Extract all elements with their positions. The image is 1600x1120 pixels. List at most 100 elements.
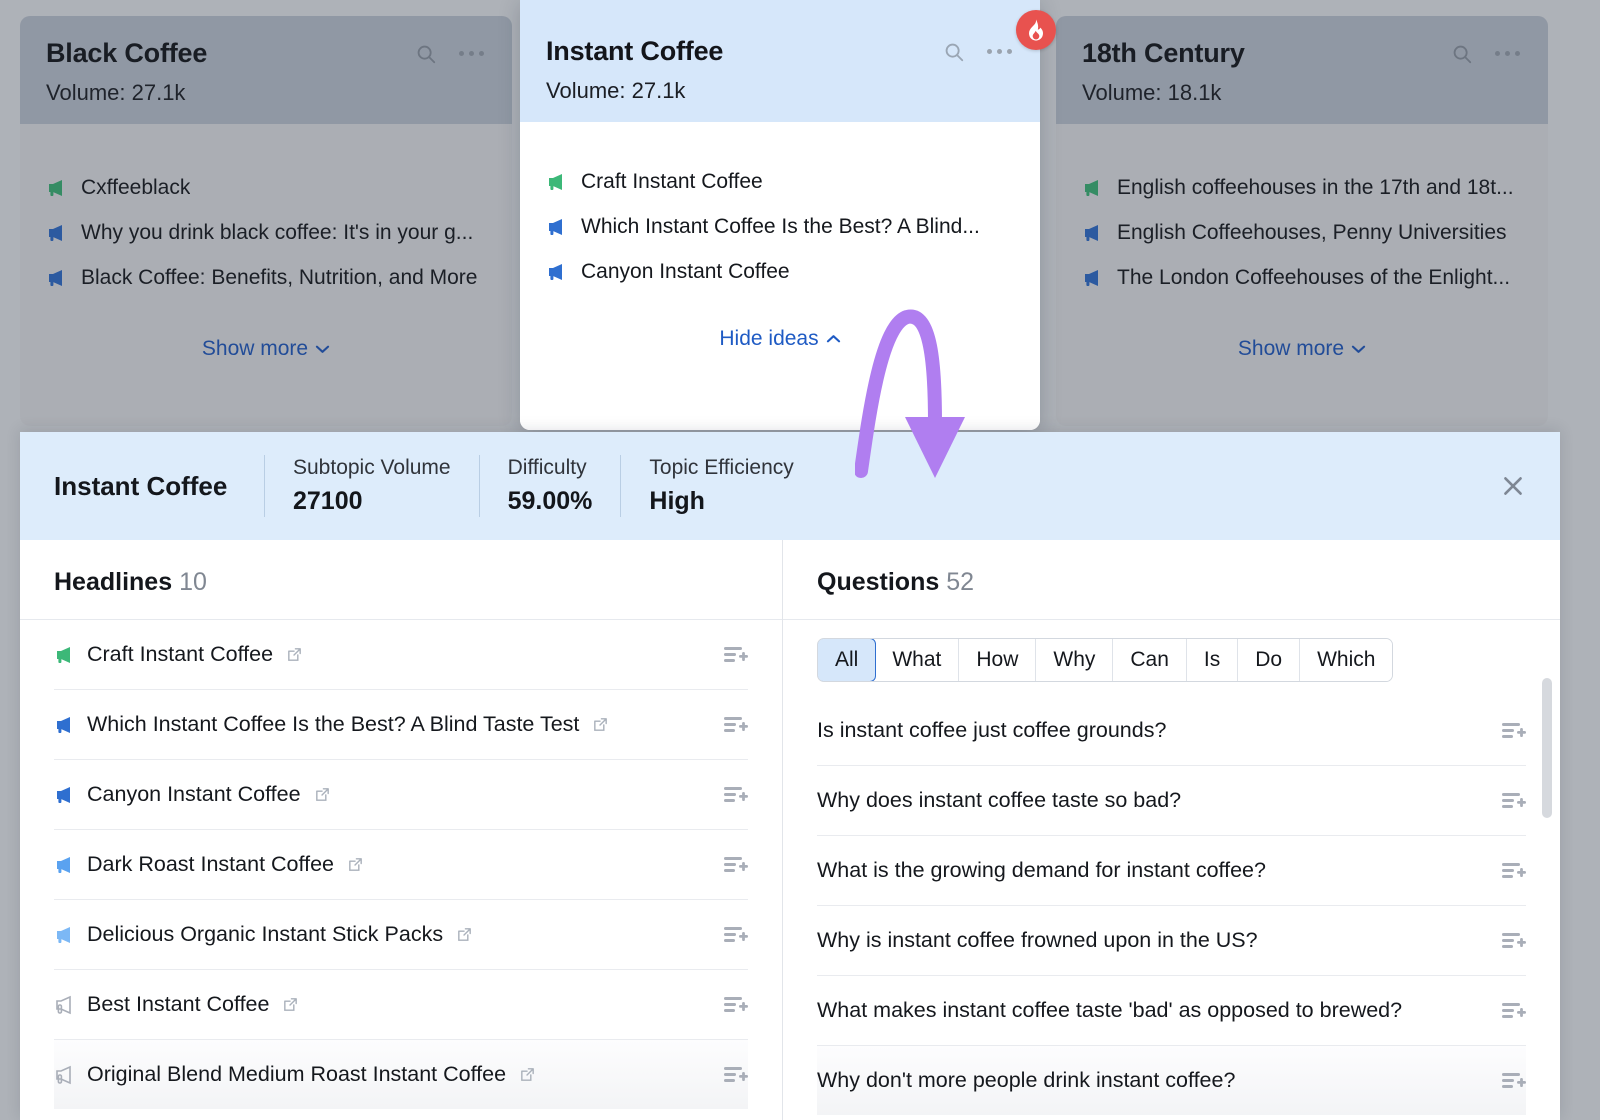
table-row[interactable]: Which Instant Coffee Is the Best? A Blin… — [54, 690, 748, 760]
questions-title: Questions — [817, 568, 939, 596]
filter-what[interactable]: What — [875, 639, 959, 681]
card-footer: Hide ideas — [520, 305, 1040, 351]
add-to-list-icon[interactable] — [723, 784, 748, 805]
table-row[interactable]: Dark Roast Instant Coffee — [54, 830, 748, 900]
add-to-list-icon[interactable] — [1501, 790, 1526, 811]
table-row[interactable]: What is the growing demand for instant c… — [817, 836, 1526, 906]
hide-ideas-label: Hide ideas — [719, 327, 818, 351]
add-to-list-icon[interactable] — [723, 1064, 748, 1085]
filter-is[interactable]: Is — [1187, 639, 1238, 681]
card-title: Instant Coffee — [546, 36, 943, 67]
table-row[interactable]: What makes instant coffee taste 'bad' as… — [817, 976, 1526, 1046]
question-label: Is instant coffee just coffee grounds? — [817, 718, 1166, 743]
headlines-count: 10 — [179, 568, 207, 596]
search-icon[interactable] — [943, 41, 965, 63]
trending-flame-badge[interactable] — [1016, 10, 1056, 50]
headline-label: Canyon Instant Coffee — [87, 782, 301, 807]
question-label: Why does instant coffee taste so bad? — [817, 788, 1181, 813]
idea-label: Canyon Instant Coffee — [581, 260, 790, 284]
idea-label: Craft Instant Coffee — [581, 170, 763, 194]
question-label: What makes instant coffee taste 'bad' as… — [817, 998, 1402, 1023]
filter-which[interactable]: Which — [1300, 639, 1392, 681]
metric-label: Subtopic Volume — [293, 456, 451, 480]
add-to-list-icon[interactable] — [1501, 1000, 1526, 1021]
filter-do[interactable]: Do — [1238, 639, 1300, 681]
add-to-list-icon[interactable] — [1501, 1070, 1526, 1091]
idea-item[interactable]: Canyon Instant Coffee — [546, 260, 1014, 284]
table-row[interactable]: Why does instant coffee taste so bad? — [817, 766, 1526, 836]
table-row[interactable]: Is instant coffee just coffee grounds? — [817, 696, 1526, 766]
external-link-icon[interactable] — [314, 786, 331, 803]
metric-subtopic-volume: Subtopic Volume 27100 — [265, 456, 479, 516]
headlines-list: Craft Instant Coffee Which Instant Coffe… — [20, 620, 782, 1109]
metrics-bar: Instant Coffee Subtopic Volume 27100 Dif… — [20, 432, 1560, 540]
question-filter-group: All What How Why Can Is Do Which — [783, 620, 1560, 696]
external-link-icon[interactable] — [592, 716, 609, 733]
question-label: Why don't more people drink instant coff… — [817, 1068, 1235, 1093]
headline-label: Original Blend Medium Roast Instant Coff… — [87, 1062, 506, 1087]
megaphone-icon — [54, 855, 76, 875]
headline-label: Which Instant Coffee Is the Best? A Blin… — [87, 712, 579, 737]
table-row[interactable]: Canyon Instant Coffee — [54, 760, 748, 830]
filter-why[interactable]: Why — [1036, 639, 1113, 681]
headlines-header: Headlines 10 — [20, 540, 782, 620]
detail-topic-title: Instant Coffee — [54, 471, 264, 502]
megaphone-icon — [54, 1065, 76, 1085]
metric-value: 59.00% — [508, 487, 593, 516]
headline-label: Delicious Organic Instant Stick Packs — [87, 922, 443, 947]
subtopic-card-instant-coffee[interactable]: Instant Coffee Volume: 27.1k Craft Insta… — [520, 0, 1040, 430]
table-row[interactable]: Delicious Organic Instant Stick Packs — [54, 900, 748, 970]
questions-list: Is instant coffee just coffee grounds? W… — [783, 696, 1560, 1115]
chevron-up-icon — [826, 334, 841, 344]
megaphone-icon — [54, 785, 76, 805]
card-ideas-list: Craft Instant Coffee Which Instant Coffe… — [520, 122, 1040, 284]
headlines-title: Headlines — [54, 568, 172, 596]
ellipsis-icon[interactable] — [987, 49, 1012, 54]
filter-can[interactable]: Can — [1113, 639, 1187, 681]
table-row[interactable]: Original Blend Medium Roast Instant Coff… — [54, 1040, 748, 1109]
table-row[interactable]: Why don't more people drink instant coff… — [817, 1046, 1526, 1115]
table-row[interactable]: Why is instant coffee frowned upon in th… — [817, 906, 1526, 976]
megaphone-icon — [54, 925, 76, 945]
add-to-list-icon[interactable] — [1501, 860, 1526, 881]
external-link-icon[interactable] — [519, 1066, 536, 1083]
headline-label: Best Instant Coffee — [87, 992, 269, 1017]
filter-all[interactable]: All — [817, 638, 876, 682]
add-to-list-icon[interactable] — [723, 714, 748, 735]
subtopic-detail-panel: Instant Coffee Subtopic Volume 27100 Dif… — [20, 432, 1560, 1120]
add-to-list-icon[interactable] — [1501, 930, 1526, 951]
metric-label: Difficulty — [508, 456, 593, 480]
add-to-list-icon[interactable] — [723, 924, 748, 945]
add-to-list-icon[interactable] — [723, 994, 748, 1015]
questions-scrollbar[interactable] — [1542, 678, 1552, 818]
megaphone-icon — [54, 715, 76, 735]
external-link-icon[interactable] — [282, 996, 299, 1013]
close-icon[interactable] — [1500, 473, 1526, 499]
external-link-icon[interactable] — [347, 856, 364, 873]
headline-label: Craft Instant Coffee — [87, 642, 273, 667]
metric-topic-efficiency: Topic Efficiency High — [621, 456, 821, 516]
table-row[interactable]: Best Instant Coffee — [54, 970, 748, 1040]
external-link-icon[interactable] — [286, 646, 303, 663]
external-link-icon[interactable] — [456, 926, 473, 943]
card-header: Instant Coffee Volume: 27.1k — [520, 0, 1040, 122]
metric-value: 27100 — [293, 487, 451, 516]
idea-item[interactable]: Craft Instant Coffee — [546, 170, 1014, 194]
card-volume: Volume: 27.1k — [546, 78, 1014, 104]
questions-count: 52 — [946, 568, 974, 596]
idea-label: Which Instant Coffee Is the Best? A Blin… — [581, 215, 980, 239]
idea-item[interactable]: Which Instant Coffee Is the Best? A Blin… — [546, 215, 1014, 239]
add-to-list-icon[interactable] — [1501, 720, 1526, 741]
questions-column: Questions 52 All What How Why Can Is Do … — [783, 540, 1560, 1120]
add-to-list-icon[interactable] — [723, 644, 748, 665]
question-label: What is the growing demand for instant c… — [817, 858, 1266, 883]
hide-ideas-button[interactable]: Hide ideas — [719, 327, 840, 351]
megaphone-icon — [54, 995, 76, 1015]
add-to-list-icon[interactable] — [723, 854, 748, 875]
metric-difficulty: Difficulty 59.00% — [480, 456, 621, 516]
flame-icon — [1025, 18, 1047, 42]
headline-label: Dark Roast Instant Coffee — [87, 852, 334, 877]
megaphone-icon — [546, 172, 568, 192]
filter-how[interactable]: How — [959, 639, 1036, 681]
table-row[interactable]: Craft Instant Coffee — [54, 620, 748, 690]
